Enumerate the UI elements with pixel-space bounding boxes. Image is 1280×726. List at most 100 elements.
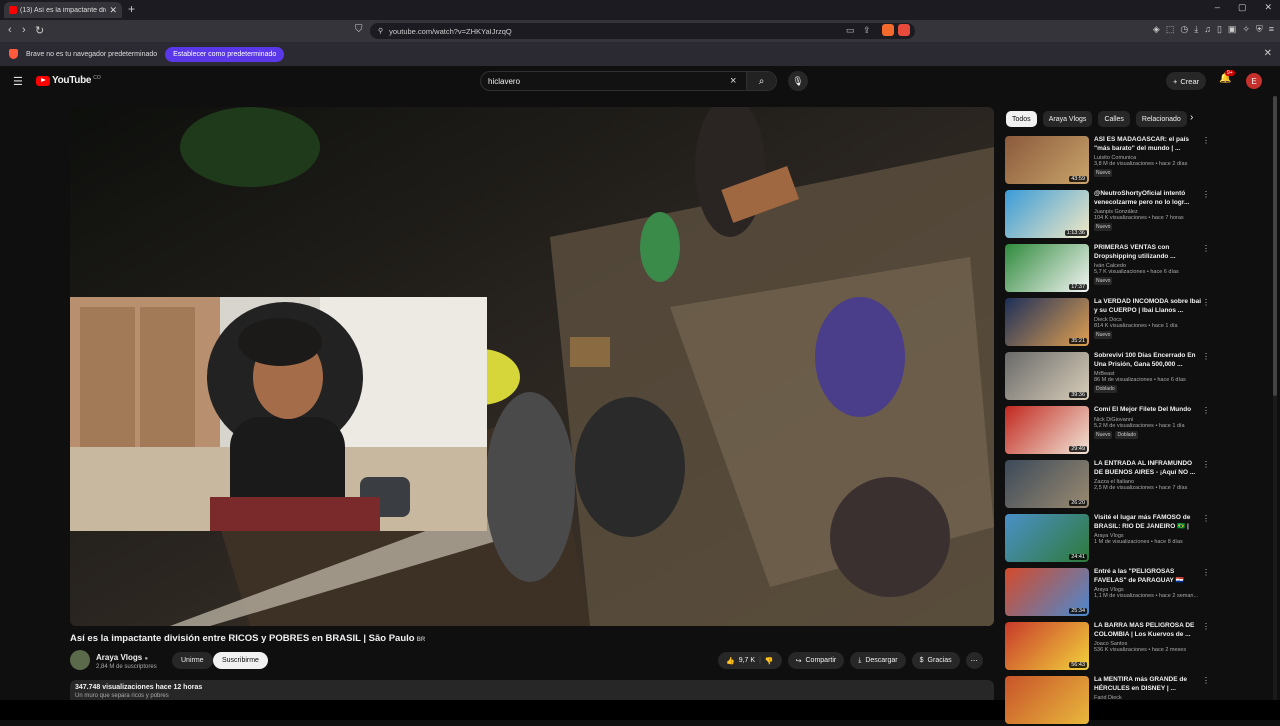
join-button[interactable]: Unirme bbox=[172, 652, 213, 669]
rec-title[interactable]: Visité el lugar más FAMOSO de BRASIL: RI… bbox=[1094, 514, 1202, 531]
subscribe-button[interactable]: Suscribirme bbox=[213, 652, 268, 669]
rec-thumbnail[interactable]: 43:59 bbox=[1005, 136, 1089, 184]
search-icon[interactable]: ⌕ bbox=[746, 72, 776, 90]
rec-item[interactable]: 39:36 Sobreviví 100 Días Encerrado En Un… bbox=[1005, 352, 1210, 402]
maximize-button[interactable]: ▢ bbox=[1238, 2, 1247, 13]
share-button[interactable]: ↪ Compartir bbox=[787, 652, 845, 669]
minimize-button[interactable]: – bbox=[1215, 2, 1220, 13]
clear-search-icon[interactable]: × bbox=[730, 75, 746, 87]
rec-title[interactable]: Sobreviví 100 Días Encerrado En Una Pris… bbox=[1094, 352, 1202, 369]
chip-todos[interactable]: Todos bbox=[1006, 111, 1037, 127]
rec-title[interactable]: ASÍ ES MADAGASCAR: el país "más barato" … bbox=[1094, 136, 1202, 153]
rec-menu-icon[interactable]: ⋮ bbox=[1202, 298, 1210, 307]
create-button[interactable]: + Crear bbox=[1166, 72, 1207, 90]
rec-menu-icon[interactable]: ⋮ bbox=[1202, 244, 1210, 253]
rec-title[interactable]: @NeutroShortyOficial intentó venecolzarm… bbox=[1094, 190, 1202, 207]
close-tab-icon[interactable]: ✕ bbox=[109, 5, 117, 16]
rec-thumbnail[interactable]: 25:34 bbox=[1005, 568, 1089, 616]
rec-title[interactable]: LA ENTRADA AL INFRAMUNDO DE BUENOS AIRES… bbox=[1094, 460, 1202, 477]
rec-thumbnail[interactable]: 56:43 bbox=[1005, 622, 1089, 670]
music-icon[interactable]: ♫ bbox=[1204, 24, 1211, 35]
extension-icon[interactable]: ⬚ bbox=[1166, 24, 1175, 35]
account-avatar[interactable]: E bbox=[1246, 73, 1262, 89]
rec-menu-icon[interactable]: ⋮ bbox=[1202, 136, 1210, 145]
rec-thumbnail[interactable]: 17:37 bbox=[1005, 244, 1089, 292]
download-button[interactable]: ⤓ Descargar bbox=[850, 652, 906, 669]
channel-avatar[interactable] bbox=[70, 650, 90, 670]
share-icon[interactable]: ⇪ bbox=[863, 25, 871, 36]
rec-title[interactable]: La MENTIRA más GRANDE de HÉRCULES en DIS… bbox=[1094, 676, 1202, 693]
like-dislike-button[interactable]: 👍 9,7 K | 👎 bbox=[718, 652, 782, 669]
rec-thumbnail[interactable]: 35:21 bbox=[1005, 298, 1089, 346]
site-info-icon[interactable]: ⚲ bbox=[378, 27, 383, 35]
rec-menu-icon[interactable]: ⋮ bbox=[1202, 190, 1210, 199]
dislike-icon[interactable]: 👎 bbox=[765, 657, 774, 665]
rec-item[interactable]: 35:21 La VERDAD INCÓMODA sobre Ibai y su… bbox=[1005, 298, 1210, 348]
rec-item[interactable]: 1:13:36 @NeutroShortyOficial intentó ven… bbox=[1005, 190, 1210, 240]
guide-menu-icon[interactable]: ☰ bbox=[13, 75, 23, 88]
more-actions-button[interactable]: ⋯ bbox=[965, 652, 983, 669]
chip-calles[interactable]: Calles bbox=[1098, 111, 1130, 127]
back-icon[interactable]: ‹ bbox=[8, 24, 12, 36]
voice-search-icon[interactable]: 🎙 bbox=[788, 71, 808, 91]
rec-item[interactable]: La MENTIRA más GRANDE de HÉRCULES en DIS… bbox=[1005, 676, 1210, 726]
youtube-logo[interactable]: YouTube CO bbox=[36, 75, 101, 86]
download-icon[interactable]: ⤓ bbox=[1194, 24, 1198, 35]
vpn-icon[interactable]: ⛨ bbox=[1256, 24, 1263, 35]
channel-name[interactable]: Araya Vlogs ● bbox=[96, 653, 148, 662]
chevron-right-icon[interactable]: › bbox=[1190, 112, 1193, 123]
reload-icon[interactable]: ↻ bbox=[35, 24, 44, 37]
sidebar-icon[interactable]: ▯ bbox=[1217, 24, 1222, 35]
set-default-button[interactable]: Establecer como predeterminado bbox=[165, 46, 285, 62]
rec-item[interactable]: 56:43 LA BARRA MAS PELIGROSA DE COLOMBIA… bbox=[1005, 622, 1210, 672]
scrollbar-thumb[interactable] bbox=[1273, 96, 1277, 396]
rec-title[interactable]: PRIMERAS VENTAS con Dropshipping utiliza… bbox=[1094, 244, 1202, 261]
rec-menu-icon[interactable]: ⋮ bbox=[1202, 460, 1210, 469]
bookmark-icon[interactable]: ⛉ bbox=[355, 24, 363, 35]
close-infobar-icon[interactable]: ✕ bbox=[1264, 48, 1272, 59]
rec-menu-icon[interactable]: ⋮ bbox=[1202, 676, 1210, 685]
wallet-icon[interactable]: ◈ bbox=[1153, 24, 1160, 35]
forward-icon[interactable]: › bbox=[22, 24, 26, 36]
address-bar[interactable]: ⚲ youtube.com/watch?v=ZHKYaIJrzqQ bbox=[370, 23, 915, 39]
rec-menu-icon[interactable]: ⋮ bbox=[1202, 514, 1210, 523]
rec-item[interactable]: 25:34 Entré a las "PELIGROSAS FAVELAS" d… bbox=[1005, 568, 1210, 618]
rec-title[interactable]: Comí El Mejor Filete Del Mundo bbox=[1094, 406, 1202, 415]
rec-channel[interactable]: Farid Dieck bbox=[1094, 695, 1202, 701]
puzzle-icon[interactable]: ✧ bbox=[1242, 24, 1250, 35]
rec-thumbnail[interactable]: 26:20 bbox=[1005, 460, 1089, 508]
notifications-icon[interactable]: 🔔 9+ bbox=[1219, 70, 1235, 84]
chip-relacionado[interactable]: Relacionado bbox=[1135, 111, 1187, 127]
video-player[interactable] bbox=[70, 107, 994, 626]
rec-menu-icon[interactable]: ⋮ bbox=[1202, 622, 1210, 631]
history-icon[interactable]: ◷ bbox=[1180, 24, 1188, 35]
rec-thumbnail[interactable]: 39:36 bbox=[1005, 352, 1089, 400]
brave-shields-icon[interactable] bbox=[882, 24, 894, 36]
rec-item[interactable]: 29:49 Comí El Mejor Filete Del Mundo Nic… bbox=[1005, 406, 1210, 456]
rec-thumbnail[interactable]: 1:13:36 bbox=[1005, 190, 1089, 238]
rec-item[interactable]: 24:41 Visité el lugar más FAMOSO de BRAS… bbox=[1005, 514, 1210, 564]
rec-thumbnail[interactable] bbox=[1005, 676, 1089, 724]
browser-tab[interactable]: (13) Así es la impactante divi ✕ bbox=[4, 2, 122, 18]
rec-menu-icon[interactable]: ⋮ bbox=[1202, 568, 1210, 577]
new-tab-button[interactable]: + bbox=[128, 2, 135, 16]
rec-menu-icon[interactable]: ⋮ bbox=[1202, 406, 1210, 415]
rec-title[interactable]: Entré a las "PELIGROSAS FAVELAS" de PARA… bbox=[1094, 568, 1202, 585]
reader-icon[interactable]: ▭ bbox=[846, 25, 855, 36]
brave-rewards-icon[interactable] bbox=[898, 24, 910, 36]
chip-araya-vlogs[interactable]: Araya Vlogs bbox=[1042, 111, 1093, 127]
scrollbar[interactable] bbox=[1273, 96, 1277, 700]
screenshot-icon[interactable]: ▣ bbox=[1228, 24, 1237, 35]
rec-thumbnail[interactable]: 24:41 bbox=[1005, 514, 1089, 562]
search-input[interactable]: hiclavero bbox=[488, 77, 730, 86]
rec-title[interactable]: LA BARRA MAS PELIGROSA DE COLOMBIA | Los… bbox=[1094, 622, 1202, 639]
like-icon[interactable]: 👍 bbox=[726, 657, 735, 665]
rec-menu-icon[interactable]: ⋮ bbox=[1202, 352, 1210, 361]
rec-item[interactable]: 43:59 ASÍ ES MADAGASCAR: el país "más ba… bbox=[1005, 136, 1210, 186]
rec-thumbnail[interactable]: 29:49 bbox=[1005, 406, 1089, 454]
description-box[interactable]: 347.748 visualizaciones hace 12 horas Un… bbox=[70, 680, 994, 700]
menu-icon[interactable]: ≡ bbox=[1269, 24, 1274, 35]
rec-item[interactable]: 26:20 LA ENTRADA AL INFRAMUNDO DE BUENOS… bbox=[1005, 460, 1210, 510]
rec-title[interactable]: La VERDAD INCÓMODA sobre Ibai y su CUERP… bbox=[1094, 298, 1202, 315]
thanks-button[interactable]: $ Gracias bbox=[911, 652, 960, 669]
